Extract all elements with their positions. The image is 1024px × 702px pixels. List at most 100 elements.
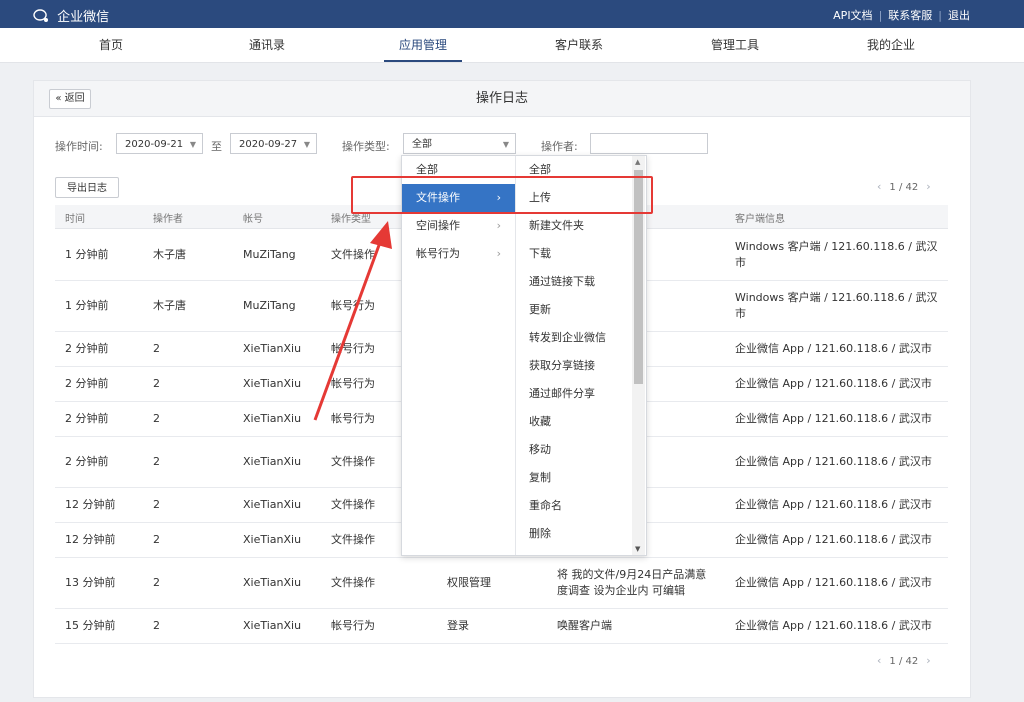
sub-option-item[interactable]: 删除 bbox=[516, 520, 630, 548]
row-client: 企业微信 App / 121.60.118.6 / 武汉市 bbox=[735, 533, 932, 546]
row-detail: 唤醒客户端 bbox=[557, 619, 612, 632]
row-subtype: 权限管理 bbox=[447, 576, 491, 589]
row-client: 企业微信 App / 121.60.118.6 / 武汉市 bbox=[735, 576, 932, 589]
sub-option-item[interactable]: 复制 bbox=[516, 464, 630, 492]
logout-link[interactable]: 退出 bbox=[948, 9, 970, 22]
scroll-down-icon[interactable]: ▼ bbox=[635, 545, 640, 553]
nav-tools[interactable]: 管理工具 bbox=[696, 28, 774, 62]
row-operator: 2 bbox=[153, 498, 160, 511]
annotation-arrow-icon bbox=[313, 221, 392, 421]
annotation-highlight-box bbox=[351, 176, 653, 214]
row-operator: 2 bbox=[153, 455, 160, 468]
support-link[interactable]: 联系客服 bbox=[888, 9, 932, 22]
row-client: Windows 客户端 / 121.60.118.6 / 武汉 市 bbox=[735, 291, 938, 320]
api-docs-link[interactable]: API文档 bbox=[833, 9, 872, 22]
row-client: 企业微信 App / 121.60.118.6 / 武汉市 bbox=[735, 412, 932, 425]
type-filter-label: 操作类型: bbox=[342, 140, 390, 153]
prev-page-button[interactable]: ‹ bbox=[877, 654, 881, 667]
row-time: 12 分钟前 bbox=[65, 498, 116, 511]
row-type: 文件操作 bbox=[331, 576, 375, 589]
row-client: 企业微信 App / 121.60.118.6 / 武汉市 bbox=[735, 342, 932, 355]
bottom-pager: ‹ 1 / 42 › bbox=[869, 654, 939, 667]
sub-option-item[interactable]: 通过链接下载 bbox=[516, 268, 630, 296]
to-label: 至 bbox=[211, 140, 222, 153]
sub-option-item[interactable]: 转发到企业微信 bbox=[516, 324, 630, 352]
row-subtype: 登录 bbox=[447, 619, 469, 632]
chevron-down-icon: ▼ bbox=[502, 140, 509, 149]
brand-logo[interactable]: 企业微信 bbox=[33, 6, 109, 25]
nav-contacts[interactable]: 通讯录 bbox=[228, 28, 306, 62]
col-client: 客户端信息 bbox=[735, 214, 785, 225]
row-type: 文件操作 bbox=[331, 455, 375, 468]
row-account: XieTianXiu bbox=[243, 576, 302, 589]
nav-home[interactable]: 首页 bbox=[72, 28, 150, 62]
operator-filter-label: 操作者: bbox=[541, 140, 578, 153]
top-pager: ‹ 1 / 42 › bbox=[869, 180, 939, 193]
page-indicator: 1 / 42 bbox=[889, 656, 919, 667]
row-account: MuZiTang bbox=[243, 299, 296, 312]
scroll-up-icon[interactable]: ▲ bbox=[635, 158, 640, 166]
type-select[interactable]: 全部 ▼ bbox=[403, 133, 516, 154]
row-time: 12 分钟前 bbox=[65, 533, 116, 546]
sub-option-item[interactable]: 重命名 bbox=[516, 492, 630, 520]
sub-option-item[interactable]: 下载 bbox=[516, 240, 630, 268]
prev-page-button[interactable]: ‹ bbox=[877, 180, 881, 193]
sub-option-item[interactable]: 通过邮件分享 bbox=[516, 380, 630, 408]
row-type: 文件操作 bbox=[331, 498, 375, 511]
row-time: 13 分钟前 bbox=[65, 576, 116, 589]
filter-bar: 操作时间: 2020-09-21 ▼ 至 2020-09-27 ▼ 操作类型: 全部… bbox=[34, 133, 970, 157]
sub-option-item[interactable]: 恢复 bbox=[516, 548, 630, 555]
sub-option-item[interactable]: 获取分享链接 bbox=[516, 352, 630, 380]
next-page-button[interactable]: › bbox=[926, 180, 930, 193]
row-time: 1 分钟前 bbox=[65, 299, 109, 312]
next-page-button[interactable]: › bbox=[926, 654, 930, 667]
row-time: 15 分钟前 bbox=[65, 619, 116, 632]
sub-option-item[interactable]: 更新 bbox=[516, 296, 630, 324]
chevron-right-icon: › bbox=[496, 247, 501, 260]
page-indicator: 1 / 42 bbox=[889, 182, 919, 193]
table-row: 13 分钟前 2 XieTianXiu 文件操作 权限管理 将 我的文件/9月24日产品满… bbox=[55, 558, 948, 609]
row-operator: 2 bbox=[153, 533, 160, 546]
row-client: 企业微信 App / 121.60.118.6 / 武汉市 bbox=[735, 377, 932, 390]
row-account: MuZiTang bbox=[243, 248, 296, 261]
row-type: 文件操作 bbox=[331, 533, 375, 546]
row-account: XieTianXiu bbox=[243, 342, 302, 355]
row-operator: 2 bbox=[153, 619, 160, 632]
chevron-down-icon: ▼ bbox=[303, 140, 310, 149]
date-from-value: 2020-09-21 bbox=[125, 139, 184, 150]
category-label: 空间操作 bbox=[416, 219, 460, 232]
main-nav: 首页 通讯录 应用管理 客户联系 管理工具 我的企业 bbox=[0, 28, 1024, 63]
row-client: 企业微信 App / 121.60.118.6 / 武汉市 bbox=[735, 455, 932, 468]
nav-customer[interactable]: 客户联系 bbox=[540, 28, 618, 62]
time-filter-label: 操作时间: bbox=[55, 140, 103, 153]
chevron-right-icon: › bbox=[496, 219, 501, 232]
col-operator: 操作者 bbox=[153, 214, 183, 225]
row-client: 企业微信 App / 121.60.118.6 / 武汉市 bbox=[735, 498, 932, 511]
nav-my-company[interactable]: 我的企业 bbox=[852, 28, 930, 62]
row-operator: 木子唐 bbox=[153, 299, 186, 312]
row-client: Windows 客户端 / 121.60.118.6 / 武汉 市 bbox=[735, 240, 938, 269]
panel-header: 操作日志 « 返回 bbox=[34, 81, 970, 117]
chevron-down-icon: ▼ bbox=[189, 140, 196, 149]
export-log-button[interactable]: 导出日志 bbox=[55, 177, 119, 198]
table-row: 15 分钟前 2 XieTianXiu 帐号行为 登录 唤醒客户端 企业微信 App / 1… bbox=[55, 609, 948, 644]
dropdown-scrollbar[interactable]: ▲ ▼ bbox=[632, 156, 645, 555]
back-button[interactable]: « 返回 bbox=[49, 89, 91, 109]
category-account-behavior[interactable]: 帐号行为 › bbox=[402, 240, 515, 268]
row-operator: 2 bbox=[153, 377, 160, 390]
date-to-select[interactable]: 2020-09-27 ▼ bbox=[230, 133, 317, 154]
row-time: 2 分钟前 bbox=[65, 455, 109, 468]
row-operator: 2 bbox=[153, 412, 160, 425]
col-account: 帐号 bbox=[243, 214, 263, 225]
nav-apps[interactable]: 应用管理 bbox=[384, 28, 462, 62]
row-operator: 木子唐 bbox=[153, 248, 186, 261]
sub-option-item[interactable]: 收藏 bbox=[516, 408, 630, 436]
row-time: 2 分钟前 bbox=[65, 412, 109, 425]
sub-option-item[interactable]: 新建文件夹 bbox=[516, 212, 630, 240]
row-operator: 2 bbox=[153, 576, 160, 589]
date-from-select[interactable]: 2020-09-21 ▼ bbox=[116, 133, 203, 154]
operator-input[interactable] bbox=[590, 133, 708, 154]
category-space-ops[interactable]: 空间操作 › bbox=[402, 212, 515, 240]
row-time: 1 分钟前 bbox=[65, 248, 109, 261]
sub-option-item[interactable]: 移动 bbox=[516, 436, 630, 464]
